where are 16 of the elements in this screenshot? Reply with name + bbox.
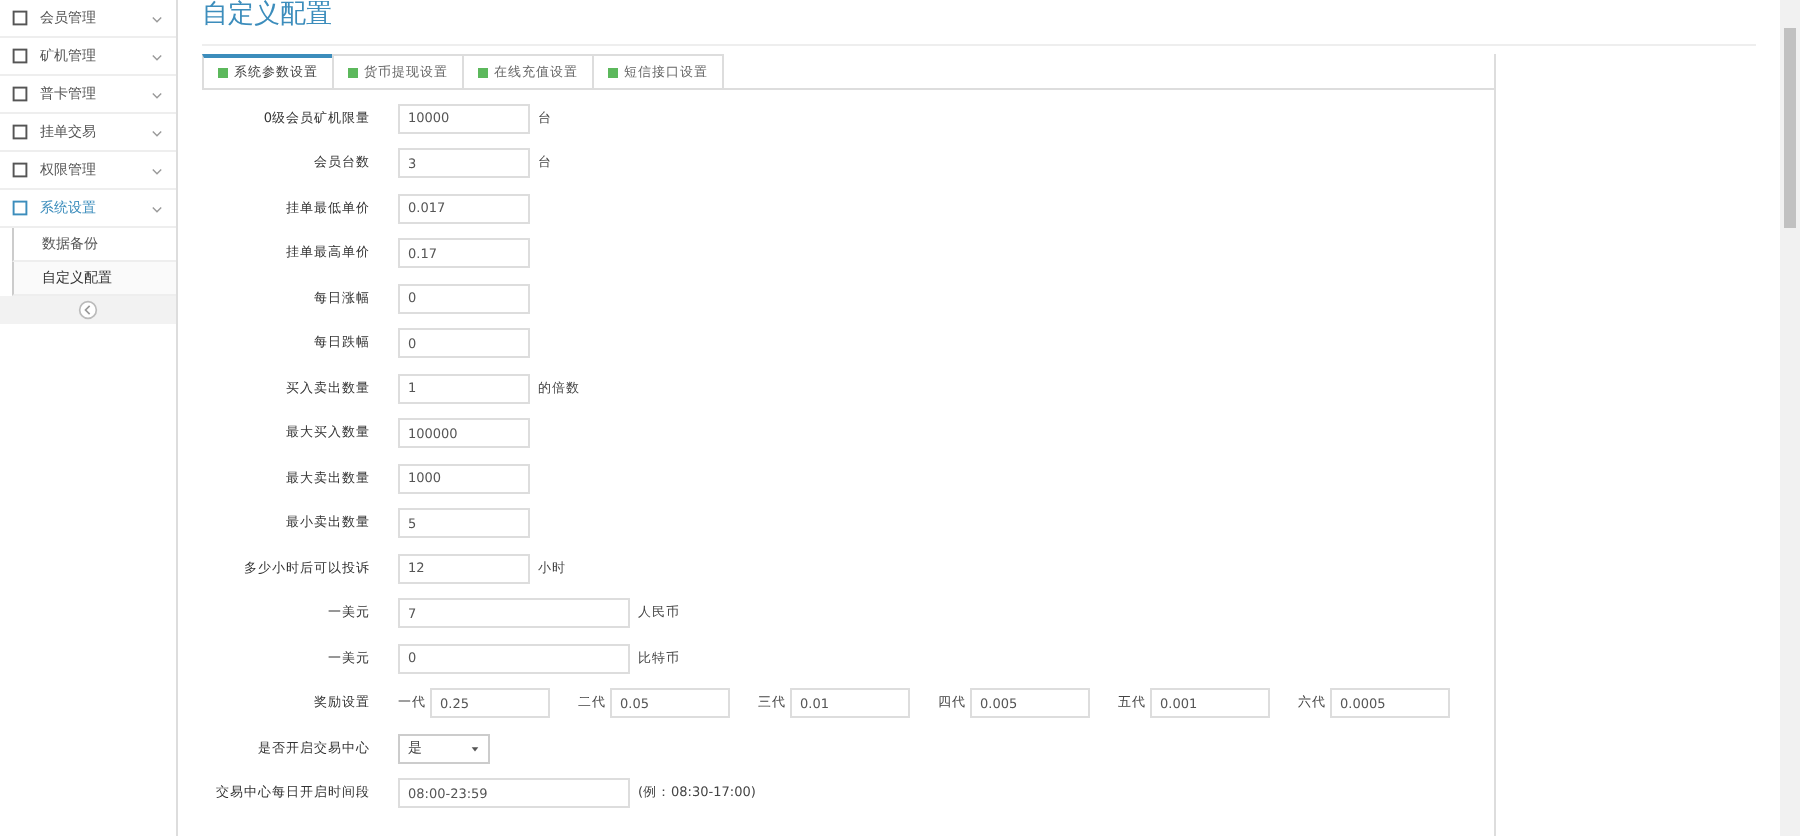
chevron-icon [150,201,164,215]
collapse-icon[interactable] [78,300,98,320]
menu-icon [12,48,28,64]
page-title: 自定义配置 [202,0,1756,46]
chevron-icon [150,87,164,101]
scrollbar[interactable] [1780,0,1800,836]
menu-icon [12,162,28,178]
chevron-icon [150,163,164,177]
menu-icon [12,86,28,102]
menu-icon [12,200,28,216]
chevron-icon [150,49,164,63]
menu-icon [12,10,28,26]
menu-icon [12,124,28,140]
chevron-icon [150,125,164,139]
caret-icon [470,743,480,754]
chevron-icon [150,11,164,25]
